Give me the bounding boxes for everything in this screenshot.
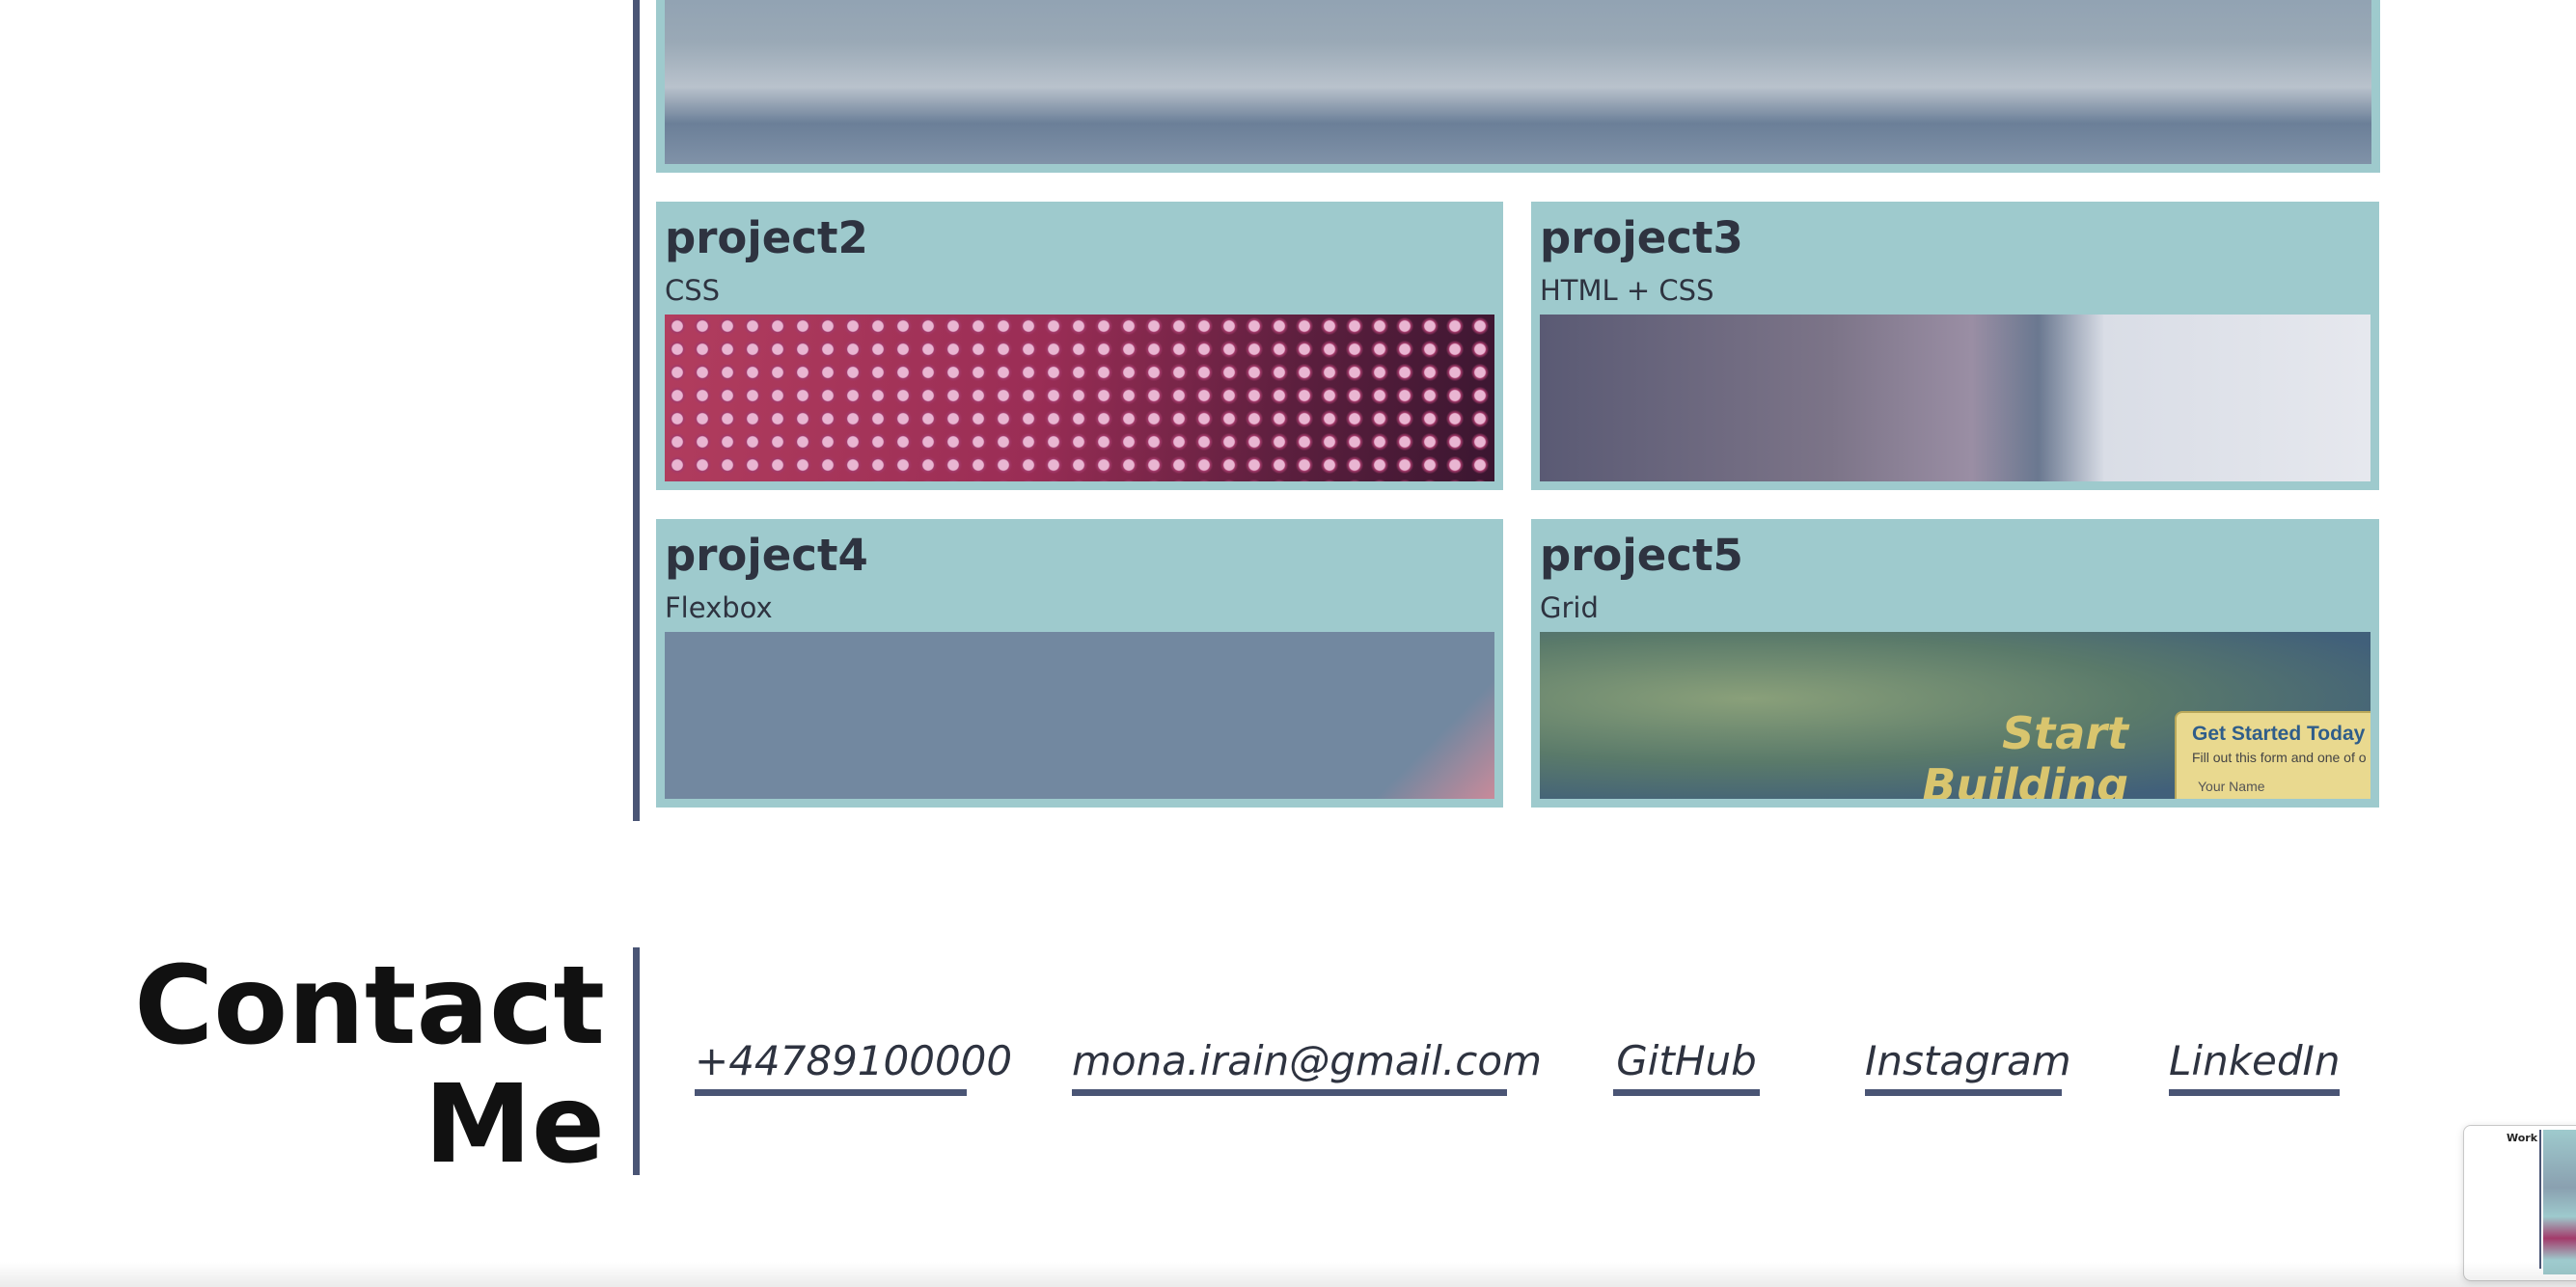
email-link[interactable]: mona.irain@gmail.com <box>1072 1034 1542 1096</box>
thumbnail-label: Work <box>2507 1132 2538 1144</box>
preview-form: Get Started Today Fill out this form and… <box>2175 711 2370 799</box>
instagram-link-label: Instagram <box>1865 1037 2071 1084</box>
project-card-2[interactable]: project2 CSS <box>656 202 1503 490</box>
email-link-label: mona.irain@gmail.com <box>1072 1037 1542 1084</box>
phone-link[interactable]: +44789100000 <box>695 1034 1012 1096</box>
contact-heading-line1: Contact <box>134 944 605 1069</box>
link-underline <box>1865 1089 2062 1096</box>
link-underline <box>695 1089 967 1096</box>
link-underline <box>1613 1089 1760 1096</box>
link-underline <box>1072 1089 1507 1096</box>
phone-link-label: +44789100000 <box>695 1037 1013 1084</box>
project-card-5[interactable]: project5 Grid Start Building Habits Get … <box>1531 519 2379 808</box>
project-image: Start Building Habits Get Started Today … <box>1540 632 2370 799</box>
linkedin-link-label: LinkedIn <box>2169 1037 2341 1084</box>
thumbnail-divider <box>2539 1130 2541 1269</box>
instagram-link[interactable]: Instagram <box>1865 1034 2071 1096</box>
page-thumbnail[interactable]: Work <box>2463 1125 2576 1281</box>
project-subtitle: Grid <box>1540 591 1599 624</box>
contact-divider <box>633 947 640 1175</box>
project-subtitle: CSS <box>665 274 721 307</box>
project-card-3[interactable]: project3 HTML + CSS <box>1531 202 2379 490</box>
project-image <box>665 632 1494 799</box>
work-section-divider <box>633 0 640 821</box>
thumbnail-preview <box>2543 1130 2576 1274</box>
preview-form-title: Get Started Today <box>2192 723 2366 745</box>
contact-heading: Contact Me <box>134 947 605 1185</box>
project-image <box>665 315 1494 481</box>
project-image <box>665 0 2371 164</box>
linkedin-link[interactable]: LinkedIn <box>2169 1034 2341 1096</box>
project-subtitle: Flexbox <box>665 591 773 624</box>
preview-form-field: Your Name <box>2198 779 2265 794</box>
project-title: project5 <box>1540 530 1743 581</box>
github-link-label: GitHub <box>1616 1037 1757 1084</box>
project-title: project4 <box>665 530 868 581</box>
project-card-1[interactable] <box>656 0 2380 173</box>
contact-heading-line2: Me <box>424 1062 605 1188</box>
link-underline <box>2169 1089 2340 1096</box>
project-subtitle: HTML + CSS <box>1540 274 1714 307</box>
project-card-4[interactable]: project4 Flexbox <box>656 519 1503 808</box>
github-link[interactable]: GitHub <box>1613 1034 1760 1096</box>
preview-form-sub: Fill out this form and one of o <box>2192 750 2367 765</box>
project-image <box>1540 315 2370 481</box>
preview-headline: Start Building Habits <box>1922 707 2128 799</box>
project-title: project2 <box>665 212 868 263</box>
project-title: project3 <box>1540 212 1743 263</box>
bottom-edge-shadow <box>0 1262 2576 1287</box>
